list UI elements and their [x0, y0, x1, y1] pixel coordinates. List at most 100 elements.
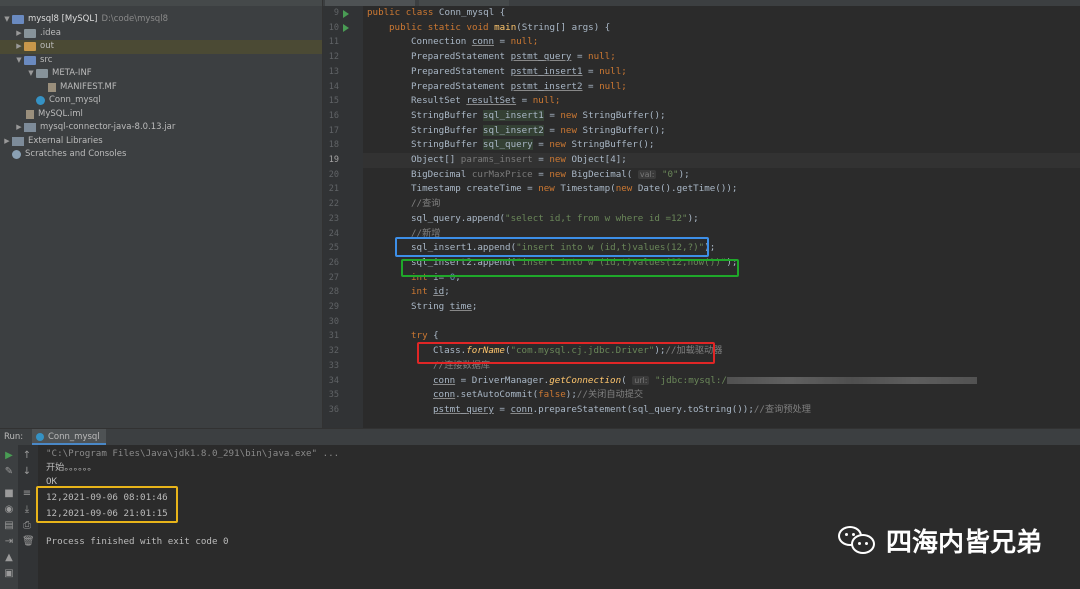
pin-icon[interactable]: ▲ — [4, 553, 14, 563]
console-toolbar: ↑ ↓ ≡ ⤓ ⎙ 🗑 — [18, 445, 38, 589]
parameter-hint: url: — [632, 375, 650, 385]
code-line-10: public static void main(String[] args) { — [367, 21, 610, 36]
down-arrow-icon[interactable]: ↓ — [22, 467, 32, 477]
tree-item-meta-inf[interactable]: ▼ META-INF — [0, 67, 322, 81]
layout-icon[interactable]: ▤ — [4, 521, 14, 531]
line-number: 35 — [328, 390, 339, 401]
chevron-right-icon[interactable]: ▶ — [2, 135, 12, 149]
chevron-down-icon[interactable]: ▼ — [2, 13, 12, 27]
chevron-right-icon[interactable]: ▶ — [14, 27, 24, 41]
chevron-down-icon[interactable]: ▼ — [14, 54, 24, 68]
project-path: D:\code\mysql8 — [101, 14, 168, 24]
chevron-right-icon[interactable]: ▶ — [14, 121, 24, 135]
chevron-down-icon[interactable]: ▼ — [26, 67, 36, 81]
highlight-box-yellow — [36, 486, 178, 523]
line-number: 32 — [328, 346, 339, 357]
code-token: StringBuffer — [411, 109, 483, 121]
run-gutter-icon[interactable] — [343, 24, 349, 33]
tree-item-manifest[interactable]: MANIFEST.MF — [0, 81, 322, 95]
code-line-19: Object[] params_insert = new Object[4]; — [363, 153, 1080, 168]
chevron-right-icon[interactable]: ▶ — [14, 40, 24, 54]
code-token: null — [532, 95, 555, 107]
code-line-16: StringBuffer sql_insert1 = new StringBuf… — [367, 109, 666, 124]
tree-item-label: External Libraries — [28, 135, 103, 146]
tree-item-external-libraries[interactable]: ▶ External Libraries — [0, 135, 322, 149]
wrench-icon[interactable]: ✎ — [4, 467, 14, 477]
project-panel: ▼ mysql8 [MySQL] D:\code\mysql8 ▶ .idea … — [0, 0, 323, 428]
code-token: curMaxPrice — [471, 168, 533, 180]
code-comment: //查询预处理 — [753, 403, 811, 415]
code-token: = — [543, 124, 561, 136]
run-toolbar: ▶ ✎ ■ ◉ ▤ ⇥ ▲ ▣ — [0, 445, 18, 589]
code-line-23: sql_query.append("select id,t from w whe… — [367, 212, 699, 227]
tree-item-idea[interactable]: ▶ .idea — [0, 27, 322, 41]
tree-item-root[interactable]: ▼ mysql8 [MySQL] D:\code\mysql8 — [0, 13, 322, 27]
stop-icon[interactable]: ■ — [4, 489, 14, 499]
run-panel: Run: Conn_mysql ▶ ✎ ■ ◉ ▤ ⇥ ▲ ▣ ↑ ↓ ≡ ⤓ … — [0, 428, 1080, 589]
code-token: pstmt_insert1 — [510, 65, 583, 77]
line-number: 33 — [328, 360, 339, 371]
code-token: StringBuffer(); — [571, 139, 655, 151]
folder-icon — [24, 28, 36, 38]
code-token: StringBuffer — [411, 124, 483, 136]
code-line-22: //查询 — [367, 197, 440, 212]
code-token: public class — [367, 7, 439, 18]
code-token: = — [532, 139, 550, 151]
code-token: ); — [687, 212, 699, 224]
line-number: 21 — [328, 184, 339, 195]
print-icon[interactable]: ⎙ — [22, 521, 32, 531]
exit-icon[interactable]: ⇥ — [4, 537, 14, 547]
code-token: "0" — [656, 168, 679, 180]
code-token: StringBuffer — [411, 139, 483, 151]
line-number: 13 — [328, 66, 339, 77]
code-line-12: PreparedStatement pstmt_query = null; — [367, 50, 616, 65]
tree-item-label: mysql8 [MySQL] — [28, 14, 98, 24]
code-token: new — [549, 154, 572, 165]
camera-icon[interactable]: ◉ — [4, 505, 14, 515]
rerun-icon[interactable]: ▶ — [4, 451, 14, 461]
trash-icon[interactable]: 🗑 — [22, 537, 35, 547]
code-token: Timestamp createTime = — [411, 183, 539, 195]
tree-item-src[interactable]: ▼ src — [0, 54, 322, 68]
code-token: = — [571, 51, 589, 63]
code-token: = — [543, 109, 561, 121]
code-token: new — [549, 139, 572, 151]
code-token: PreparedStatement — [411, 65, 511, 77]
line-number: 22 — [328, 199, 339, 210]
folder-icon — [24, 55, 36, 65]
code-token: resultSet — [466, 95, 517, 107]
up-arrow-icon[interactable]: ↑ — [22, 451, 32, 461]
tree-item-mysql-iml[interactable]: MySQL.iml — [0, 108, 322, 122]
code-token: StringBuffer(); — [582, 124, 666, 136]
scroll-end-icon[interactable]: ⤓ — [22, 505, 32, 515]
jar-icon — [24, 123, 36, 133]
redacted-text — [726, 376, 977, 384]
code-token: ; — [471, 301, 478, 312]
code-token: Object[] — [411, 154, 461, 165]
code-token: sql_insert1 — [482, 109, 544, 121]
code-token: ; — [610, 51, 616, 63]
tree-item-connector-jar[interactable]: ▶ mysql-connector-java-8.0.13.jar — [0, 121, 322, 135]
line-number: 14 — [328, 81, 339, 92]
code-token: ); — [565, 389, 577, 401]
tree-item-out[interactable]: ▶ out — [0, 40, 322, 54]
code-token: = — [532, 154, 550, 165]
wrap-icon[interactable]: ≡ — [22, 489, 32, 499]
code-token: conn — [433, 389, 456, 401]
run-tab[interactable]: Conn_mysql — [32, 429, 106, 445]
file-icon — [26, 109, 34, 119]
tree-item-label: MANIFEST.MF — [60, 81, 117, 92]
line-number: 9 — [333, 8, 339, 18]
code-editor[interactable]: 9 10 11 12 13 14 15 16 17 18 19 20 21 22 23 24 25 26 27 28 2… — [323, 0, 1080, 428]
print-icon[interactable]: ▣ — [4, 569, 14, 579]
code-token: = — [493, 403, 511, 415]
code-token: null — [599, 80, 622, 92]
code-token: "select id,t from w where id =12" — [505, 212, 688, 224]
tree-item-scratches[interactable]: Scratches and Consoles — [0, 148, 322, 162]
line-number: 25 — [328, 243, 339, 254]
code-token: .setAutoCommit( — [455, 389, 539, 401]
run-gutter-icon[interactable] — [343, 9, 349, 18]
tree-item-conn-mysql[interactable]: Conn_mysql — [0, 94, 322, 108]
code-token: BigDecimal — [411, 168, 472, 180]
code-token: StringBuffer(); — [582, 109, 666, 121]
